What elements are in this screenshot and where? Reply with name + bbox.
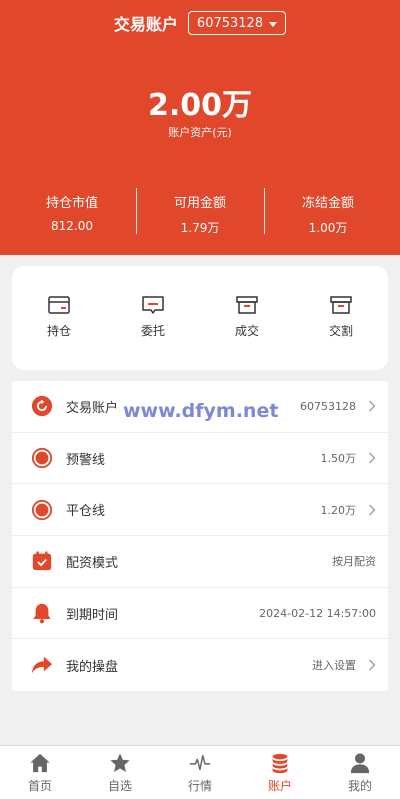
bell-icon [30,601,54,625]
list-item-value: 1.50万 [320,452,357,466]
stat-label: 持仓市值 [45,196,98,211]
quick-action-label: 交割 [328,324,353,338]
stat-frozen: 冻结金额 1.00万 [264,188,392,236]
quick-action-orders[interactable]: 委托 [106,294,200,370]
home-icon [30,753,50,773]
list-item-value: 1.20万 [320,503,357,517]
box-icon [236,296,258,314]
pulse-icon [189,754,211,771]
account-header: 交易账户 60753128 2.00万 账户资产(元) 持仓市值 812.00 … [0,0,400,255]
list-item-value: 进入设置 [312,659,356,673]
tab-label: 首页 [27,779,52,793]
list-item-label: 我的操盘 [66,659,119,675]
stat-value: 1.79万 [180,221,220,235]
quick-action-label: 委托 [140,324,165,338]
chevron-right-icon [369,659,376,671]
list-item-label: 平仓线 [66,504,106,520]
tab-watchlist[interactable]: 自选 [80,746,160,799]
tab-label: 行情 [187,779,212,793]
box-icon [330,296,352,314]
share-arrow-icon [30,653,54,677]
list-item-value: 按月配资 [332,555,376,569]
coins-icon [272,753,288,774]
tab-profile[interactable]: 我的 [320,746,400,799]
chevron-right-icon [369,400,376,412]
stats-row: 持仓市值 812.00 可用金额 1.79万 冻结金额 1.00万 [8,188,392,236]
chevron-right-icon [369,504,376,516]
total-assets-label: 账户资产(元) [168,126,232,139]
quick-action-settlement[interactable]: 交割 [294,294,388,370]
account-selector[interactable]: 60753128 [187,11,287,35]
card-icon [48,296,70,314]
stat-value: 812.00 [51,219,93,233]
page-title: 交易账户 [113,15,178,34]
quick-action-trades[interactable]: 成交 [200,294,294,370]
list-item-liquidation-line[interactable]: 平仓线 1.20万 [12,484,388,537]
account-info-list: 交易账户 60753128 预警线 1.50万 平仓线 1.20万 配资模式 按… [12,381,388,691]
list-item-label: 预警线 [66,452,106,468]
tab-label: 自选 [107,779,132,793]
refresh-circle-icon [30,394,54,418]
quick-action-label: 成交 [234,324,259,338]
tab-label: 账户 [267,779,292,793]
chevron-down-icon [269,21,278,27]
stat-available: 可用金额 1.79万 [136,188,264,236]
account-selector-value: 60753128 [196,15,264,31]
list-item-my-trading[interactable]: 我的操盘 进入设置 [12,639,388,691]
title-row: 交易账户 60753128 [0,10,400,36]
bottom-tabbar: 首页 自选 行情 账户 我的 [0,745,400,799]
tab-market[interactable]: 行情 [160,746,240,799]
star-icon [110,753,130,772]
target-circle-icon [30,446,54,470]
tab-home[interactable]: 首页 [0,746,80,799]
list-item-label: 到期时间 [66,607,119,623]
stat-label: 可用金额 [173,196,226,211]
list-item-warning-line[interactable]: 预警线 1.50万 [12,433,388,485]
chevron-right-icon [369,452,376,464]
user-icon [350,753,370,774]
stat-position-value: 持仓市值 812.00 [8,188,136,236]
list-item-label: 配资模式 [66,555,119,571]
quick-actions: 持仓 委托 成交 交割 [12,266,388,370]
total-assets-value: 2.00万 [147,88,253,123]
target-circle-icon [30,498,54,522]
message-icon [142,296,164,314]
tab-account[interactable]: 账户 [240,746,320,799]
calendar-check-icon [30,549,54,573]
stat-label: 冻结金额 [301,196,354,211]
quick-action-label: 持仓 [46,324,71,338]
list-item-value: 60753128 [300,399,356,413]
quick-action-positions[interactable]: 持仓 [12,294,106,370]
list-item-value: 2024-02-12 14:57:00 [259,606,376,620]
list-item-expiry-time: 到期时间 2024-02-12 14:57:00 [12,588,388,640]
tab-label: 我的 [347,779,372,793]
watermark: www.dfym.net [123,400,279,422]
list-item-funding-mode: 配资模式 按月配资 [12,536,388,588]
stat-value: 1.00万 [308,221,348,235]
